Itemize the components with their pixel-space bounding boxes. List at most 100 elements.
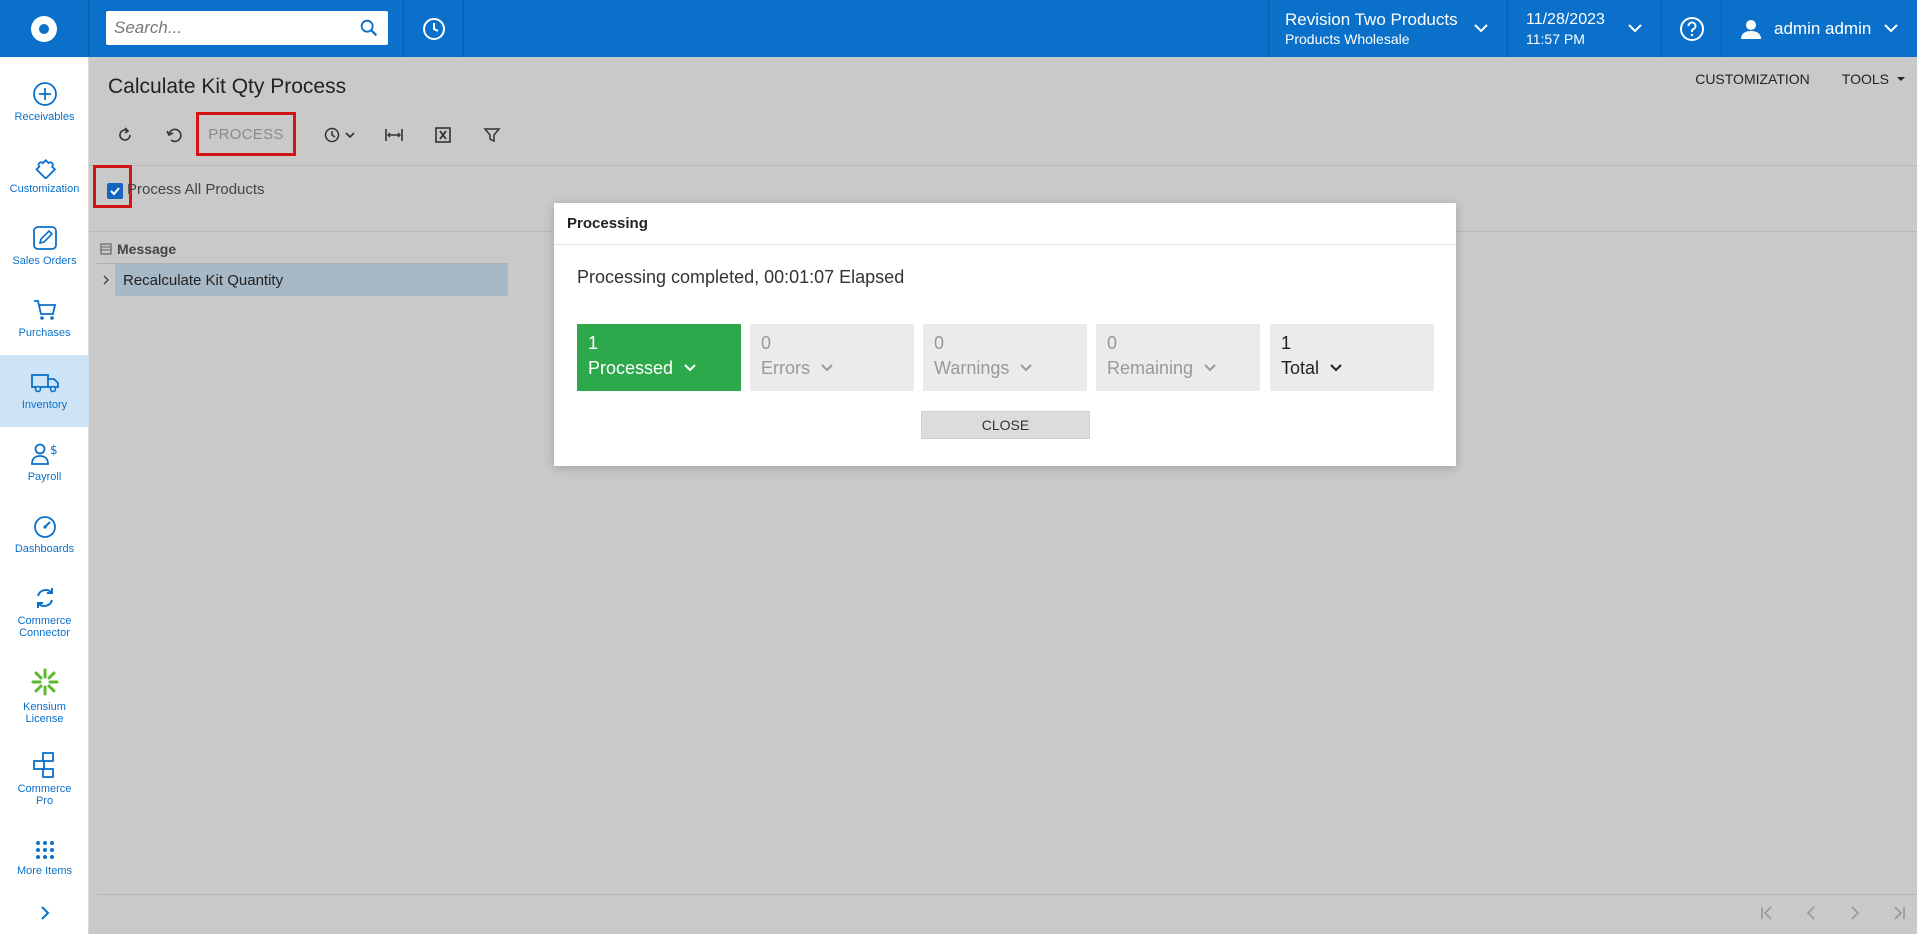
stat-errors[interactable]: 0 Errors [750,324,914,391]
tenant-branch: Products Wholesale [1285,30,1410,47]
stat-count: 1 [1281,333,1292,353]
sidebar-item-customization[interactable]: Customization [0,153,89,195]
pager [1759,905,1907,921]
sidebar-item-label: Commerce Pro [17,783,72,807]
business-time: 11:57 PM [1526,30,1585,47]
tools-menu[interactable]: TOOLS [1842,71,1907,87]
date-time-selector[interactable]: 11/28/2023 11:57 PM [1507,0,1661,57]
chevron-down-icon [684,364,696,372]
user-name: admin admin [1774,18,1872,38]
chevron-down-icon [345,132,355,139]
sidebar-item-commerce-pro[interactable]: Commerce Pro [0,751,89,807]
column-header-message[interactable]: Message [115,241,176,257]
undo-icon [166,128,182,143]
truck-icon [30,374,59,393]
search-input[interactable] [114,18,358,38]
process-all-label: Process All Products [127,181,265,198]
sidebar-item-payroll[interactable]: $ Payroll [0,441,89,483]
filter-icon [483,128,501,143]
checkmark-icon [110,187,120,196]
history-icon [422,17,445,40]
main-content: Calculate Kit Qty Process CUSTOMIZATION … [89,57,1917,934]
gauge-icon [33,516,56,538]
process-label: PROCESS [208,125,284,143]
sidebar: Receivables Customization Sales Orders P… [0,57,89,934]
stat-processed[interactable]: 1 Processed [577,324,741,391]
fit-to-screen-button[interactable] [376,117,412,153]
recent-history-button[interactable] [403,0,464,57]
sidebar-item-sales-orders[interactable]: Sales Orders [0,225,89,267]
sidebar-item-commerce-connector[interactable]: Commerce Connector [0,585,89,639]
sidebar-item-purchases[interactable]: Purchases [0,297,89,339]
export-excel-button[interactable] [425,117,461,153]
business-date: 11/28/2023 [1526,10,1605,28]
last-page-icon[interactable] [1891,905,1907,921]
sidebar-item-label: Payroll [27,471,62,483]
stat-count: 1 [588,333,599,353]
page-title: Calculate Kit Qty Process [108,75,347,98]
toolbar [107,117,523,153]
undo-button[interactable] [156,117,192,153]
top-bar: Revision Two Products Products Wholesale… [0,0,1917,57]
stat-count: 0 [1107,333,1118,353]
tenant-selector[interactable]: Revision Two Products Products Wholesale [1268,0,1507,57]
stat-total[interactable]: 1 Total [1270,324,1434,391]
results-grid: Message Recalculate Kit Quantity [97,235,508,296]
user-menu[interactable]: admin admin [1721,0,1917,57]
row-expand-icon[interactable] [97,264,115,296]
svg-text:$: $ [50,443,58,457]
stat-label: Processed [588,358,674,378]
search-box[interactable] [106,11,388,45]
pencil-square-icon [32,226,57,250]
help-icon [1679,16,1704,41]
sidebar-item-receivables[interactable]: Receivables [0,81,89,123]
help-button[interactable] [1661,0,1721,57]
sidebar-item-label: Customization [9,183,80,195]
grid-header: Message [97,235,508,264]
sidebar-item-more-items[interactable]: More Items [0,839,89,877]
sidebar-item-kensium-license[interactable]: Kensium License [0,667,89,725]
stat-label: Total [1281,358,1320,378]
refresh-button[interactable] [107,117,143,153]
sidebar-item-label: Commerce Connector [17,615,72,639]
table-row[interactable]: Recalculate Kit Quantity [97,264,508,296]
sidebar-item-label: Kensium License [23,701,66,725]
process-all-checkbox[interactable] [107,183,123,199]
message-cell: Recalculate Kit Quantity [115,264,508,296]
sidebar-expand-button[interactable] [0,905,89,924]
chevron-down-icon [1628,24,1642,33]
close-button[interactable]: CLOSE [921,411,1090,439]
plus-circle-icon [32,82,57,106]
commerce-pro-icon [32,752,54,778]
next-page-icon[interactable] [1847,905,1863,921]
grid-footer [97,894,1917,934]
excel-icon [435,127,451,143]
chevron-down-icon [1204,364,1216,372]
schedule-button[interactable] [315,117,363,153]
stat-label: Warnings [934,358,1010,378]
user-icon [1741,19,1761,39]
first-page-icon[interactable] [1759,905,1775,921]
stat-warnings[interactable]: 0 Warnings [923,324,1087,391]
sidebar-item-label: Receivables [14,111,75,123]
caret-down-icon [1897,77,1905,81]
schedule-icon [324,127,340,143]
search-icon[interactable] [358,17,380,39]
chevron-right-icon [40,906,49,920]
stat-remaining[interactable]: 0 Remaining [1096,324,1260,391]
sidebar-item-inventory[interactable]: Inventory [0,355,89,427]
tenant-name: Revision Two Products [1285,9,1458,29]
stat-label: Remaining [1107,358,1194,378]
grid-dots-icon [35,841,54,859]
logo[interactable] [0,0,89,57]
customization-link[interactable]: CUSTOMIZATION [1695,71,1810,87]
sidebar-item-dashboards[interactable]: Dashboards [0,513,89,555]
sidebar-item-label: Sales Orders [12,255,77,267]
previous-page-icon[interactable] [1803,905,1819,921]
stat-count: 0 [761,333,772,353]
chevron-down-icon [1884,24,1898,33]
filter-button[interactable] [474,117,510,153]
process-button[interactable]: PROCESS [196,112,296,156]
grid-settings-icon[interactable] [97,235,115,264]
person-dollar-icon: $ [30,443,58,465]
